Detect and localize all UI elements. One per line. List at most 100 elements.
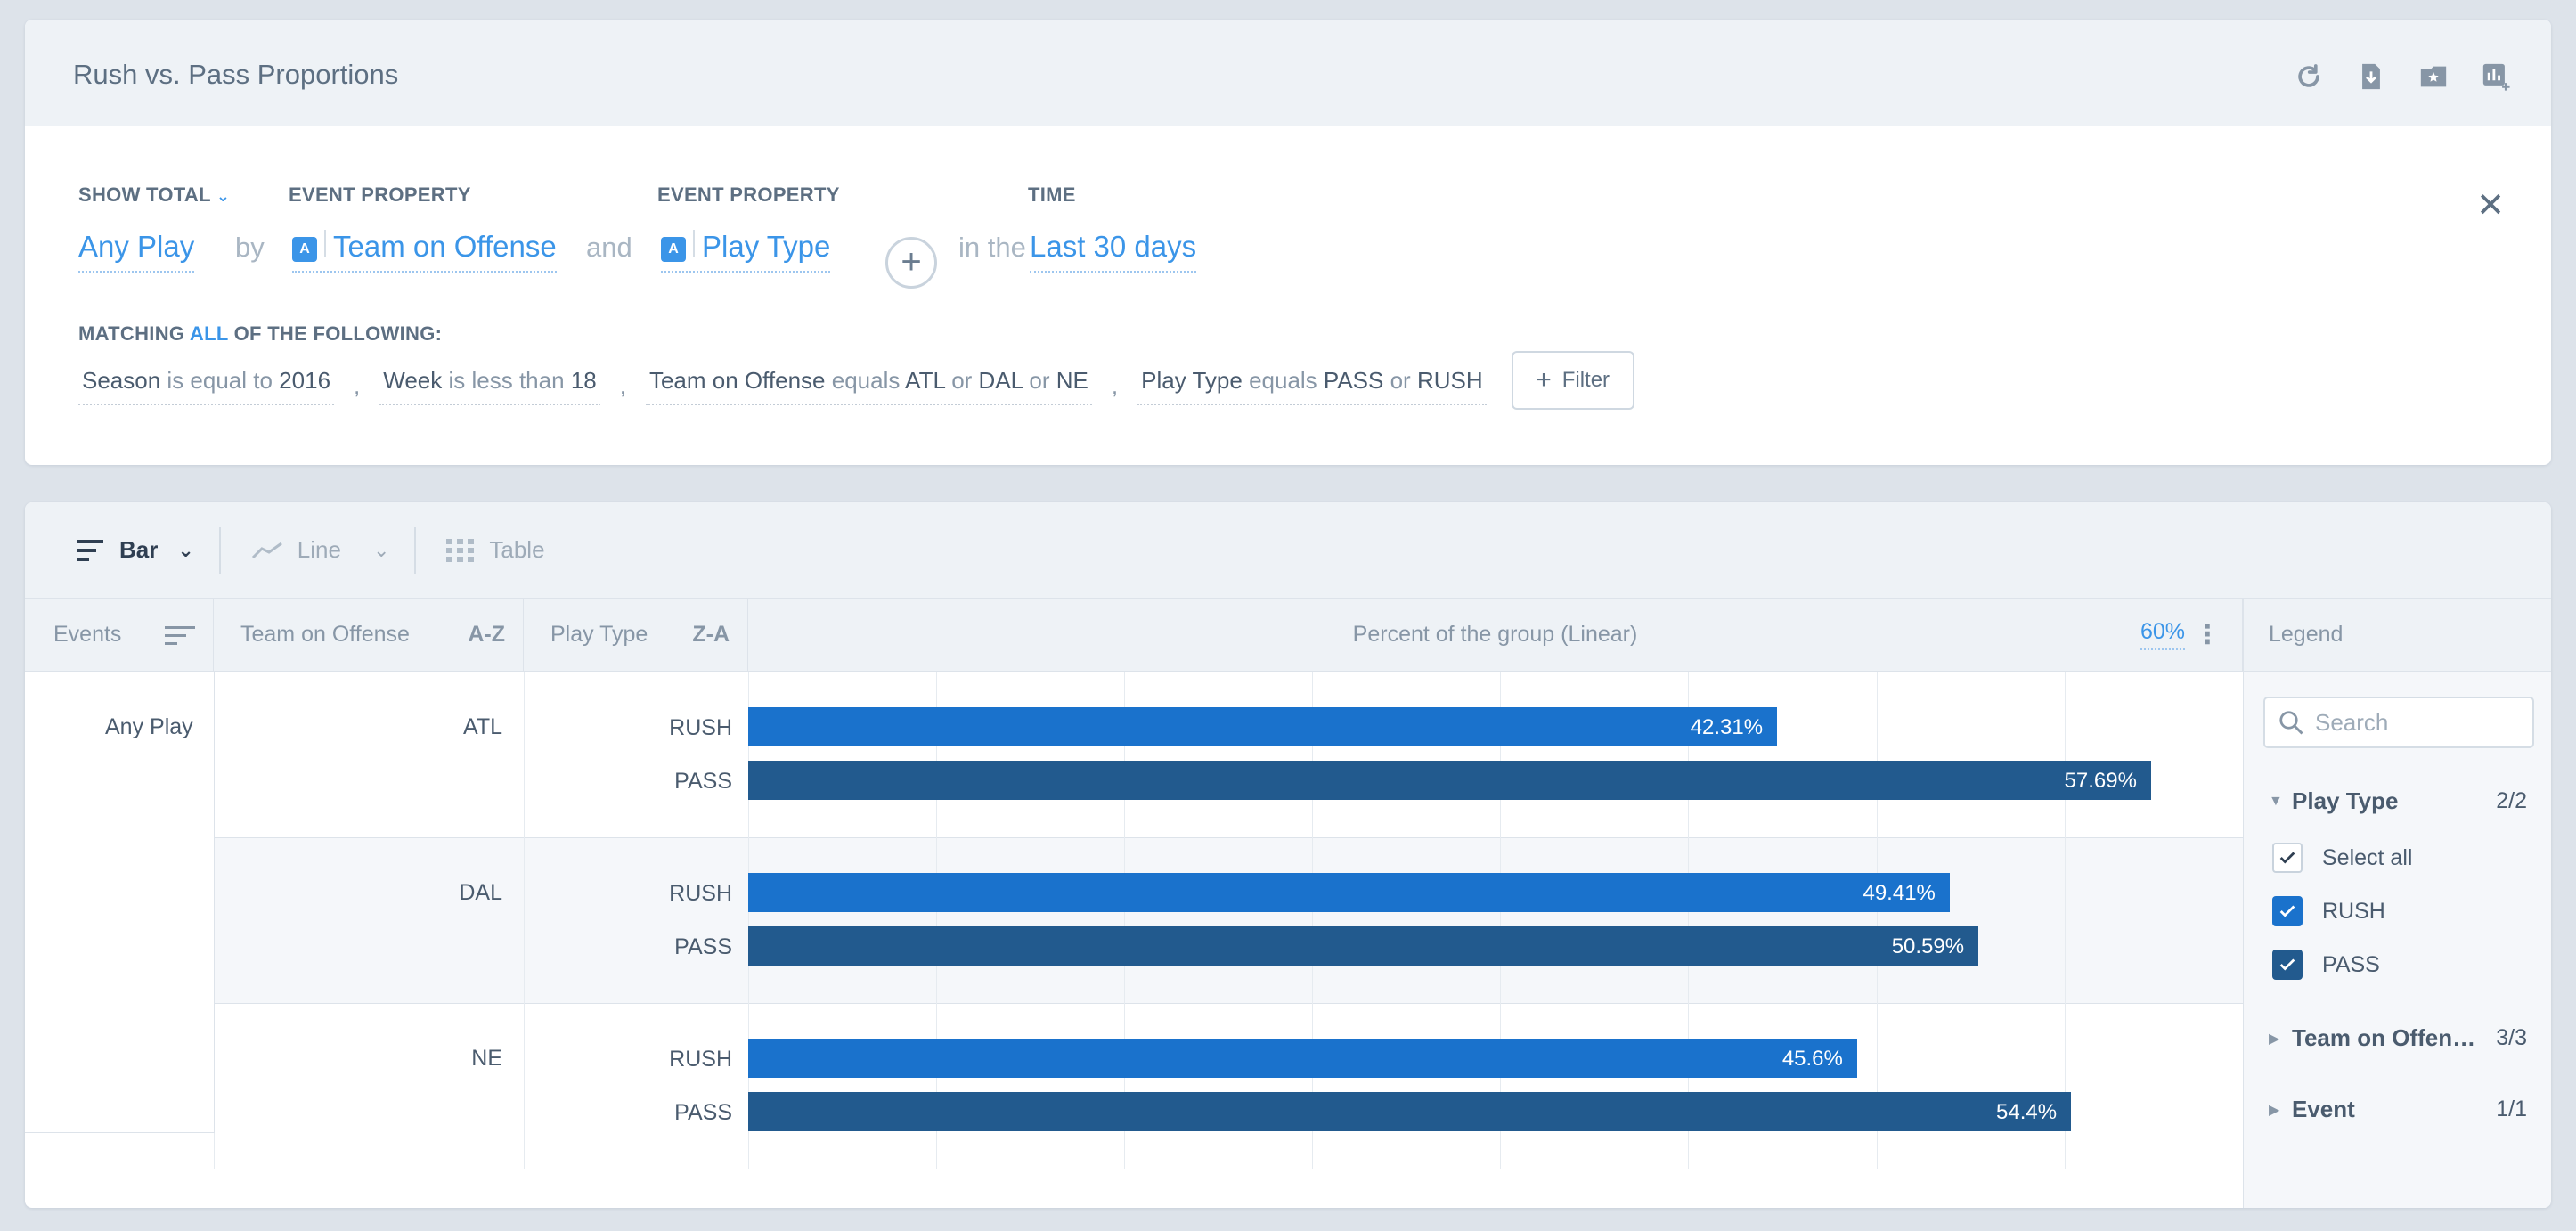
filter-season[interactable]: Season is equal to 2016 <box>78 367 335 405</box>
play-type-cell[interactable]: RUSH <box>640 715 732 741</box>
group-band <box>214 1003 2268 1169</box>
legend-group-play-type[interactable]: ▼ Play Type 2/2 <box>2269 787 2527 815</box>
table-grid-icon <box>446 538 475 562</box>
axis-max-selector[interactable]: 60% <box>2140 619 2185 650</box>
team-cell[interactable]: ATL <box>417 714 502 740</box>
chevron-down-icon[interactable]: ⌄ <box>373 539 389 562</box>
table-option[interactable]: Table <box>446 536 569 564</box>
matching-all-toggle[interactable]: ALL <box>190 322 228 345</box>
visualization-toolbar: Bar ⌄ Line ⌄ Table <box>25 502 2551 599</box>
bar-option-label: Bar <box>119 536 159 563</box>
add-filter-button[interactable]: + Filter <box>1511 351 1634 410</box>
team-column-header[interactable]: Team on Offense A-Z <box>214 599 524 672</box>
legend-panel: Legend ▼ Play Type 2/2 Select all RUSH <box>2243 599 2551 1208</box>
filter-team-on-offense[interactable]: Team on Offense equals ATL or DAL or NE <box>645 367 1092 405</box>
play-type-cell[interactable]: RUSH <box>640 881 732 907</box>
legend-item-pass[interactable]: PASS <box>2272 950 2380 980</box>
show-total-dropdown[interactable]: SHOW TOTAL ⌄ <box>78 183 230 207</box>
play-type-cell[interactable]: PASS <box>640 934 732 960</box>
bookmark-star-icon[interactable] <box>2417 61 2450 93</box>
bar-ne-rush[interactable]: 45.6% <box>748 1039 1857 1078</box>
bar-value-label: 50.59% <box>1891 934 1965 958</box>
play-type-cell[interactable]: PASS <box>640 1100 732 1126</box>
divider <box>414 526 417 574</box>
legend-group-label: Team on Offen… <box>2292 1024 2476 1051</box>
bar-atl-pass[interactable]: 57.69% <box>748 761 2151 800</box>
chevron-down-icon[interactable]: ⌄ <box>177 539 193 562</box>
time-range-selector[interactable]: Last 30 days <box>1030 230 1197 273</box>
filter-week[interactable]: Week is less than 18 <box>379 367 600 405</box>
checkbox-checked-icon[interactable] <box>2272 843 2303 873</box>
matching-suffix: OF THE FOLLOWING: <box>233 322 443 345</box>
header-actions <box>2293 61 2512 93</box>
bar-value-label: 57.69% <box>2064 769 2137 793</box>
team-sort-toggle[interactable]: A-Z <box>468 622 505 648</box>
matching-label: MATCHING ALL OF THE FOLLOWING: <box>78 322 442 346</box>
report-header: Rush vs. Pass Proportions <box>25 20 2551 126</box>
metric-header-label: Percent of the group (Linear) <box>1352 622 1638 647</box>
play-type-property-value: Play Type <box>702 230 831 263</box>
team-cell[interactable]: DAL <box>417 880 502 906</box>
legend-group-count: 1/1 <box>2496 1096 2527 1121</box>
play-type-cell[interactable]: PASS <box>640 769 732 795</box>
filter-play-type[interactable]: Play Type equals PASS or RUSH <box>1137 367 1487 405</box>
report-title[interactable]: Rush vs. Pass Proportions <box>73 59 398 91</box>
legend-rush-label: RUSH <box>2322 898 2385 924</box>
checkbox-checked-icon[interactable] <box>2272 950 2303 980</box>
events-column-header[interactable]: Events <box>25 599 214 672</box>
bar-atl-rush[interactable]: 42.31% <box>748 707 1778 746</box>
event-selector[interactable]: Any Play <box>78 230 195 273</box>
plus-icon: + <box>1536 365 1552 395</box>
bar-value-label: 42.31% <box>1690 715 1764 739</box>
legend-search[interactable] <box>2263 697 2534 748</box>
legend-group-label: Event <box>2292 1096 2355 1122</box>
more-options-icon[interactable]: ⋮ <box>2194 621 2221 648</box>
bar-value-label: 49.41% <box>1863 881 1936 905</box>
caret-right-icon: ▶ <box>2269 1031 2280 1047</box>
legend-group-event[interactable]: ▶ Event 1/1 <box>2269 1096 2527 1123</box>
play-type-column-header[interactable]: Play Type Z-A <box>524 599 748 672</box>
results-card: Bar ⌄ Line ⌄ Table Events Team on Offens… <box>25 502 2551 1208</box>
bar-dal-pass[interactable]: 50.59% <box>748 926 1979 966</box>
search-icon <box>2279 711 2303 735</box>
prop1-label: EVENT PROPERTY <box>289 183 471 206</box>
add-filter-label: Filter <box>1561 368 1610 392</box>
add-property-button[interactable]: + <box>885 237 937 289</box>
events-header-label: Events <box>53 622 122 647</box>
play-type-sort-toggle[interactable]: Z-A <box>692 622 730 648</box>
filter-list: Season is equal to 2016 , Week is less t… <box>78 351 1634 410</box>
checkbox-checked-icon[interactable] <box>2272 896 2303 926</box>
team-cell[interactable]: NE <box>417 1046 502 1072</box>
time-label: TIME <box>1028 183 1076 206</box>
legend-select-all[interactable]: Select all <box>2272 843 2412 873</box>
download-icon[interactable] <box>2355 61 2387 93</box>
legend-group-count: 3/3 <box>2496 1025 2527 1050</box>
play-type-cell[interactable]: RUSH <box>640 1047 732 1072</box>
metric-column-header: Percent of the group (Linear) 60% ⋮ <box>748 599 2243 672</box>
filter-separator: , <box>619 371 626 399</box>
bar-value-label: 45.6% <box>1781 1047 1843 1071</box>
refresh-icon[interactable] <box>2293 61 2325 93</box>
caret-down-icon: ▼ <box>2269 793 2283 809</box>
bar-dal-rush[interactable]: 49.41% <box>748 873 1950 912</box>
bar-chart-option[interactable]: Bar ⌄ <box>77 536 219 564</box>
line-chart-icon <box>251 542 282 558</box>
filter-separator: , <box>1111 371 1119 399</box>
bar-ne-pass[interactable]: 54.4% <box>748 1092 2072 1131</box>
play-type-header-label: Play Type <box>550 622 648 647</box>
legend-title: Legend <box>2244 599 2551 672</box>
legend-group-team[interactable]: ▶ Team on Offen… 3/3 <box>2269 1024 2527 1052</box>
close-icon[interactable]: ✕ <box>2476 185 2505 225</box>
add-to-dashboard-icon[interactable] <box>2480 61 2512 93</box>
sort-icon[interactable] <box>165 625 195 647</box>
query-builder-card: Rush vs. Pass Proportions SHOW TOTAL ⌄ A… <box>25 20 2551 465</box>
team-property-selector[interactable]: A Team on Offense <box>292 230 557 273</box>
play-type-property-selector[interactable]: A Play Type <box>661 230 831 273</box>
matching-prefix: MATCHING <box>78 322 185 345</box>
legend-item-rush[interactable]: RUSH <box>2272 896 2385 926</box>
line-chart-option[interactable]: Line ⌄ <box>251 536 415 564</box>
by-connector: by <box>235 232 265 263</box>
legend-search-input[interactable] <box>2315 708 2511 737</box>
legend-pass-label: PASS <box>2322 951 2380 977</box>
chevron-down-icon: ⌄ <box>216 187 231 205</box>
